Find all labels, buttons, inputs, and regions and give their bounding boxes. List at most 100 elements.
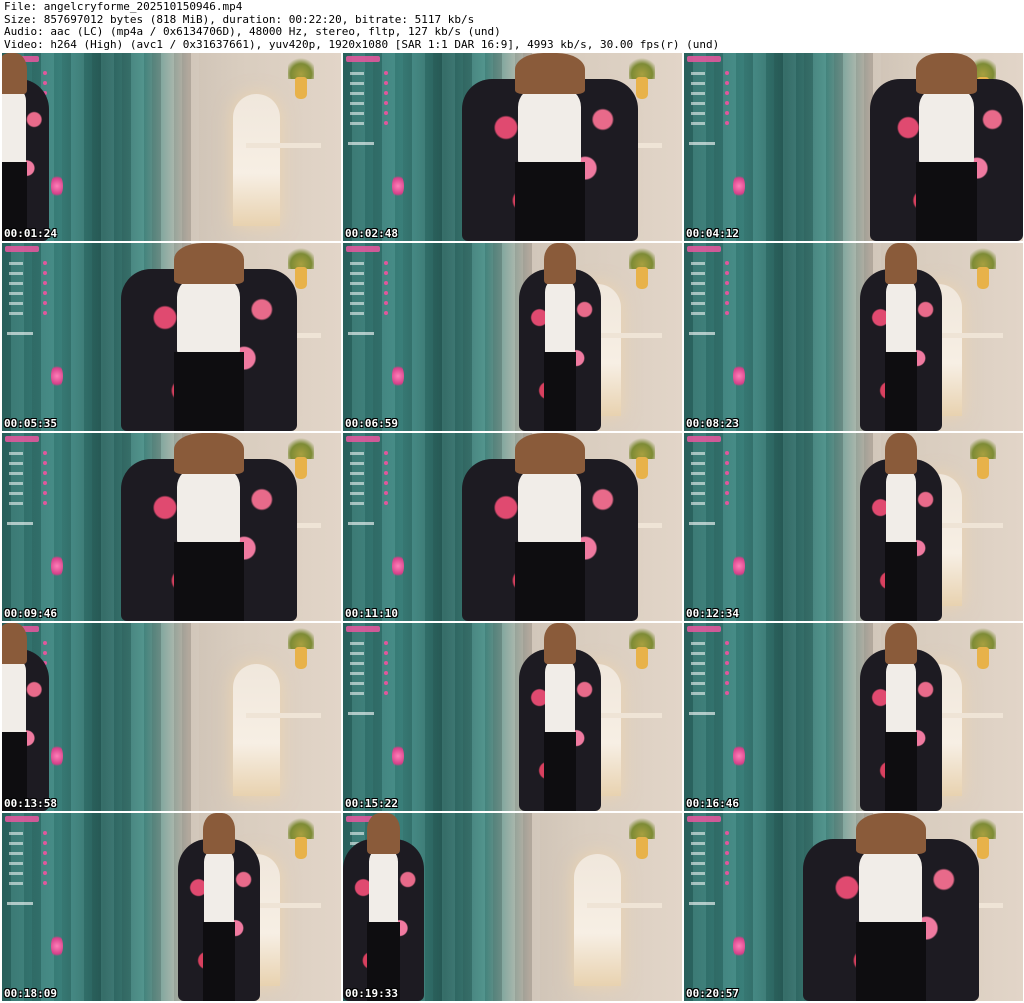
overlay-row: [350, 502, 364, 505]
overlay-row: [691, 302, 705, 305]
overlay-dot-icon: [725, 651, 729, 655]
overlay-dot-icon: [384, 661, 388, 665]
flower-icon: [392, 364, 404, 388]
overlay-dot-icon: [43, 271, 47, 275]
flower-icon: [733, 744, 745, 768]
overlay-row: [9, 272, 23, 275]
overlay-dot-icon: [725, 661, 729, 665]
overlay-caption: [348, 522, 374, 525]
overlay-caption: [689, 902, 715, 905]
overlay-row: [350, 272, 364, 275]
overlay-logo: [346, 246, 380, 252]
overlay-logo: [346, 56, 380, 62]
overlay-row: [691, 492, 705, 495]
person-figure: [343, 813, 425, 1001]
overlay-row: [9, 302, 23, 305]
overlay-dot-icon: [43, 861, 47, 865]
frame-timestamp: 00:06:59: [345, 417, 398, 430]
overlay-row: [350, 302, 364, 305]
overlay-dot-icon: [725, 71, 729, 75]
frame-timestamp: 00:20:57: [686, 987, 739, 1000]
frame-timestamp: 00:01:24: [4, 227, 57, 240]
overlay-logo: [5, 246, 39, 252]
overlay-dot-icon: [384, 691, 388, 695]
overlay-dot-icon: [43, 841, 47, 845]
overlay-dot-icon: [43, 301, 47, 305]
overlay-row: [691, 872, 705, 875]
overlay-dot-icon: [384, 281, 388, 285]
overlay-dot-icon: [43, 881, 47, 885]
overlay-row: [350, 282, 364, 285]
stream-overlay-panel: [687, 626, 745, 806]
overlay-dot-icon: [384, 121, 388, 125]
overlay-row: [691, 82, 705, 85]
flower-icon: [733, 554, 745, 578]
stream-overlay-panel: [346, 626, 404, 806]
video-thumbnail: 00:15:22: [343, 623, 682, 811]
overlay-caption: [689, 332, 715, 335]
video-thumbnail: 00:13:58: [2, 623, 341, 811]
overlay-dot-icon: [725, 91, 729, 95]
video-thumbnail: 00:19:33: [343, 813, 682, 1001]
overlay-dot-icon: [384, 271, 388, 275]
overlay-dot-icon: [725, 101, 729, 105]
audio-info-line: Audio: aac (LC) (mp4a / 0x6134706D), 480…: [4, 25, 501, 38]
overlay-caption: [348, 142, 374, 145]
overlay-row: [9, 472, 23, 475]
person-figure: [120, 433, 297, 621]
plant-vase-icon: [969, 435, 996, 479]
overlay-dot-icon: [725, 471, 729, 475]
overlay-row: [9, 492, 23, 495]
overlay-logo: [687, 246, 721, 252]
video-thumbnail: 00:06:59: [343, 243, 682, 431]
overlay-dot-icon: [725, 81, 729, 85]
overlay-caption: [689, 712, 715, 715]
overlay-caption: [348, 332, 374, 335]
wall-shelf: [587, 903, 662, 909]
overlay-dot-icon: [384, 291, 388, 295]
video-thumbnail: 00:01:24: [2, 53, 341, 241]
flower-icon: [51, 174, 63, 198]
overlay-row: [691, 312, 705, 315]
overlay-row: [9, 462, 23, 465]
overlay-row: [350, 472, 364, 475]
overlay-caption: [689, 142, 715, 145]
overlay-dot-icon: [43, 871, 47, 875]
overlay-row: [350, 122, 364, 125]
flower-icon: [733, 364, 745, 388]
stream-overlay-panel: [5, 816, 63, 996]
overlay-row: [9, 282, 23, 285]
stream-overlay-panel: [346, 436, 404, 616]
person-figure: [519, 623, 601, 811]
overlay-dot-icon: [384, 501, 388, 505]
frame-timestamp: 00:15:22: [345, 797, 398, 810]
overlay-dot-icon: [725, 871, 729, 875]
overlay-dot-icon: [725, 841, 729, 845]
overlay-dot-icon: [725, 681, 729, 685]
overlay-dot-icon: [43, 491, 47, 495]
person-figure: [178, 813, 260, 1001]
overlay-row: [691, 462, 705, 465]
overlay-row: [350, 462, 364, 465]
overlay-row: [350, 82, 364, 85]
wall-lamp: [573, 854, 621, 986]
overlay-row: [691, 92, 705, 95]
frame-timestamp: 00:08:23: [686, 417, 739, 430]
overlay-logo: [687, 816, 721, 822]
flower-icon: [392, 744, 404, 768]
overlay-row: [691, 282, 705, 285]
overlay-row: [350, 262, 364, 265]
overlay-logo: [687, 56, 721, 62]
overlay-dot-icon: [384, 261, 388, 265]
overlay-row: [9, 862, 23, 865]
stream-overlay-panel: [346, 56, 404, 236]
frame-timestamp: 00:18:09: [4, 987, 57, 1000]
person-figure: [860, 433, 942, 621]
overlay-row: [9, 872, 23, 875]
person-figure: [860, 623, 942, 811]
overlay-dot-icon: [384, 111, 388, 115]
overlay-logo: [687, 436, 721, 442]
stream-overlay-panel: [5, 436, 63, 616]
overlay-dot-icon: [43, 471, 47, 475]
overlay-dot-icon: [725, 831, 729, 835]
